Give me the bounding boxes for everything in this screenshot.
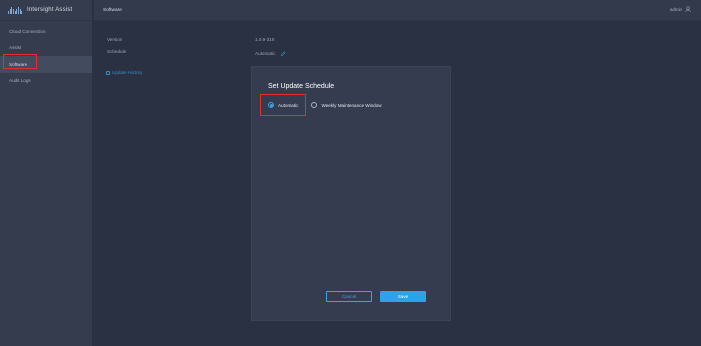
history-icon: [106, 70, 110, 75]
radio-label-weekly: Weekly Maintenance Window: [321, 102, 382, 108]
cancel-button[interactable]: Cancel: [326, 291, 372, 302]
sidebar: Intersight Assist Cloud Connection Assis…: [0, 0, 93, 346]
schedule-label: Schedule: [107, 49, 127, 54]
schedule-value: Automatic: [255, 51, 276, 56]
sidebar-item-cloud-connection[interactable]: Cloud Connection: [0, 23, 92, 40]
user-icon: [685, 6, 691, 12]
annotation-highlight-software: [3, 54, 37, 69]
top-header: Software admin: [94, 0, 701, 21]
version-value: 1.0.9-319: [255, 37, 275, 42]
sidebar-item-label: Assist: [9, 45, 22, 51]
modal-title: Set Update Schedule: [268, 83, 335, 90]
sidebar-item-audit-logs[interactable]: Audit Logs: [0, 73, 92, 90]
sidebar-item-label: Audit Logs: [9, 78, 31, 84]
update-history-link[interactable]: Update History: [106, 70, 142, 75]
version-label: Version: [107, 37, 123, 42]
page-title: Software: [103, 7, 122, 13]
update-history-label: Update History: [112, 70, 143, 75]
brand[interactable]: Intersight Assist: [0, 0, 92, 21]
radio-weekly-maintenance-window[interactable]: Weekly Maintenance Window: [311, 102, 382, 108]
pencil-icon[interactable]: [280, 51, 286, 57]
user-menu[interactable]: admin: [670, 6, 691, 12]
save-button[interactable]: Save: [380, 291, 426, 302]
user-label: admin: [670, 6, 682, 12]
radio-button-unchecked[interactable]: [311, 102, 318, 108]
cisco-logo-icon: [8, 6, 23, 14]
brand-name: Intersight Assist: [27, 7, 73, 13]
sidebar-item-label: Cloud Connection: [9, 28, 46, 34]
annotation-highlight-automatic: [260, 94, 306, 116]
